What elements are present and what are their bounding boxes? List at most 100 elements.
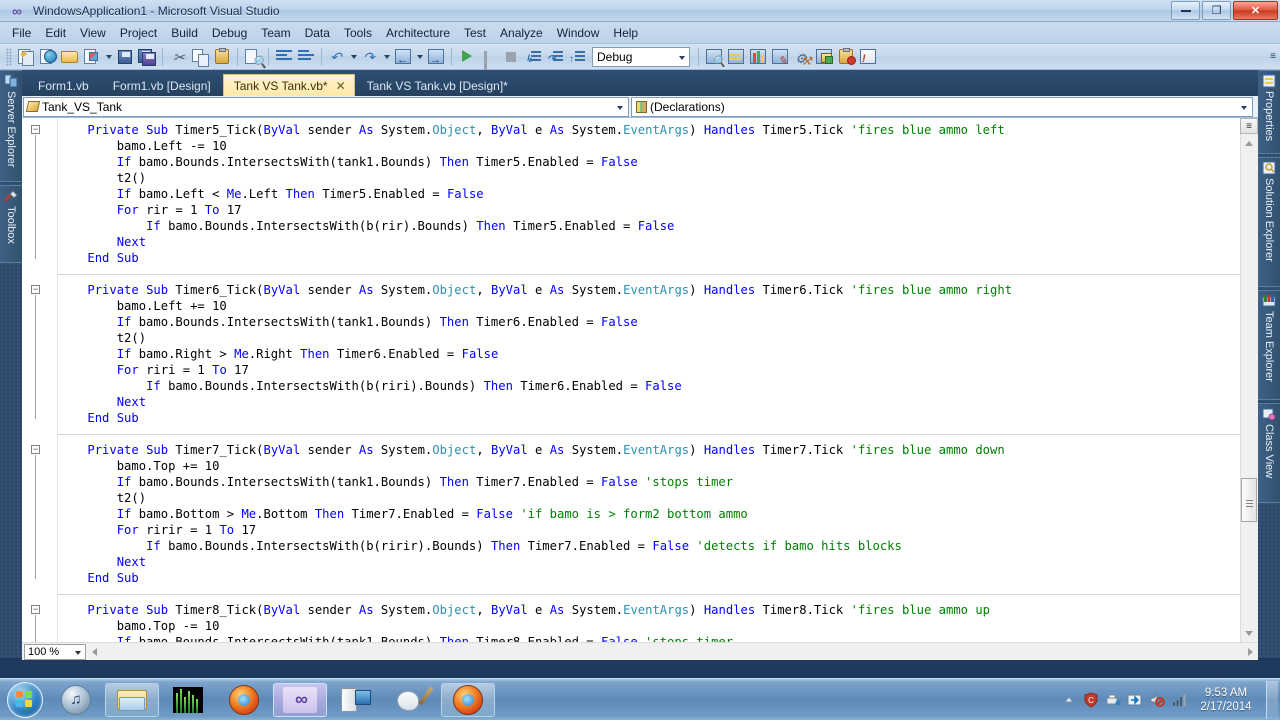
sidebar-item-server-explorer[interactable]: Server Explorer: [0, 70, 22, 182]
scroll-up-arrow-icon[interactable]: [1243, 138, 1255, 148]
close-button[interactable]: ✕: [1233, 1, 1278, 20]
toolbar-overflow-button[interactable]: ≡: [1270, 51, 1276, 62]
taskbar-clock[interactable]: 9:53 AM 2/17/2014: [1190, 686, 1262, 714]
outlining-collapse-icon[interactable]: −: [31, 125, 40, 134]
redo-dropdown-icon[interactable]: [381, 46, 392, 68]
open-file-icon[interactable]: [59, 46, 81, 68]
undo-icon[interactable]: ↶: [326, 46, 348, 68]
menu-team[interactable]: Team: [254, 23, 297, 43]
toolbar-grip[interactable]: [6, 47, 12, 66]
save-icon[interactable]: [114, 46, 136, 68]
safely-remove-hardware-icon[interactable]: [1124, 688, 1146, 712]
zoom-level-select[interactable]: 100 %: [24, 643, 86, 660]
add-new-item-dropdown-icon[interactable]: [103, 46, 114, 68]
menu-help[interactable]: Help: [606, 23, 645, 43]
add-new-item-icon[interactable]: [81, 46, 103, 68]
redo-icon[interactable]: ↷: [359, 46, 381, 68]
menu-data[interactable]: Data: [298, 23, 337, 43]
break-all-icon[interactable]: [478, 46, 500, 75]
scroll-left-arrow-icon[interactable]: [87, 644, 101, 660]
output-window-icon[interactable]: !: [857, 46, 879, 68]
solution-configuration-select[interactable]: Debug: [592, 46, 690, 67]
error-list-icon[interactable]: [835, 46, 857, 68]
navigate-backward-icon[interactable]: ←: [392, 46, 414, 68]
code-editor[interactable]: − − − − Private Sub Timer5_Tick(ByVal sende…: [22, 118, 1258, 642]
class-view-icon[interactable]: [813, 46, 835, 68]
uncomment-lines-icon[interactable]: [295, 46, 317, 68]
outlining-column[interactable]: − − − −: [22, 118, 58, 642]
menu-test[interactable]: Test: [457, 23, 493, 43]
menu-file[interactable]: File: [5, 23, 38, 43]
taskbar-item-windows-explorer[interactable]: [105, 682, 159, 717]
start-button[interactable]: [2, 681, 48, 719]
save-all-icon[interactable]: [136, 46, 158, 68]
menu-window[interactable]: Window: [550, 23, 607, 43]
editor-horizontal-scrollbar[interactable]: [87, 643, 1257, 660]
find-icon[interactable]: 🔍: [242, 46, 267, 69]
taskbar-item-itunes[interactable]: ♫: [49, 683, 103, 717]
undo-dropdown-icon[interactable]: [348, 46, 359, 68]
restore-button[interactable]: ❒: [1202, 1, 1231, 20]
sidebar-item-class-view[interactable]: Class View: [1258, 403, 1280, 503]
outlining-collapse-icon[interactable]: −: [31, 445, 40, 454]
volume-muted-icon[interactable]: [1146, 688, 1168, 712]
new-project-icon[interactable]: ✦: [15, 46, 37, 68]
step-into-icon[interactable]: ↳: [522, 46, 544, 68]
scroll-right-arrow-icon[interactable]: [1243, 644, 1257, 660]
sidebar-item-toolbox[interactable]: Toolbox: [0, 185, 22, 263]
network-signal-icon[interactable]: [1168, 688, 1190, 712]
tools-icon[interactable]: ⚙ ⚒: [791, 46, 813, 68]
tab-form1-vb-design[interactable]: Form1.vb [Design]: [101, 75, 223, 96]
show-hidden-icons-arrow[interactable]: [1058, 688, 1080, 712]
taskbar-item-firefox[interactable]: [217, 683, 271, 717]
add-new-web-site-icon[interactable]: [37, 46, 59, 68]
taskbar-item-matrix-app[interactable]: [161, 683, 215, 717]
menu-view[interactable]: View: [73, 23, 113, 43]
menu-debug[interactable]: Debug: [205, 23, 254, 43]
horizontal-scroll-track[interactable]: [101, 643, 1243, 660]
menu-architecture[interactable]: Architecture: [379, 23, 457, 43]
cut-icon[interactable]: ✂: [167, 46, 189, 68]
menu-edit[interactable]: Edit: [38, 23, 73, 43]
minimize-button[interactable]: [1171, 1, 1200, 20]
stop-debugging-icon[interactable]: [500, 46, 522, 68]
menu-tools[interactable]: Tools: [337, 23, 379, 43]
member-select[interactable]: (Declarations): [631, 96, 1253, 117]
object-browser-icon[interactable]: [747, 46, 769, 68]
scroll-down-arrow-icon[interactable]: [1243, 628, 1255, 638]
sidebar-item-properties[interactable]: Properties: [1258, 70, 1280, 154]
class-select[interactable]: Tank_VS_Tank: [23, 96, 629, 117]
taskbar-item-visual-studio[interactable]: ∞: [273, 682, 327, 717]
taskbar-item-media-player[interactable]: [329, 683, 383, 717]
start-debugging-icon[interactable]: [456, 46, 478, 68]
comment-lines-icon[interactable]: [273, 46, 295, 68]
editor-vertical-scrollbar[interactable]: ≡: [1240, 118, 1258, 642]
sidebar-item-team-explorer[interactable]: Team Explorer: [1258, 290, 1280, 400]
outlining-collapse-icon[interactable]: −: [31, 605, 40, 614]
step-over-icon[interactable]: ↷: [544, 46, 566, 68]
properties-window-icon[interactable]: [725, 46, 747, 68]
outlining-collapse-icon[interactable]: −: [31, 285, 40, 294]
toolbox-icon[interactable]: ✎: [769, 46, 791, 68]
comodo-shield-icon[interactable]: C: [1080, 688, 1102, 712]
scrollbar-thumb[interactable]: [1241, 478, 1257, 522]
navigate-backward-dropdown-icon[interactable]: [414, 46, 425, 68]
copy-icon[interactable]: [189, 46, 211, 68]
step-out-icon[interactable]: ↑: [566, 46, 588, 68]
navigate-forward-icon[interactable]: →: [425, 46, 447, 68]
tab-tank-vs-tank-vb[interactable]: Tank VS Tank.vb* ✕: [222, 74, 355, 96]
menu-analyze[interactable]: Analyze: [493, 23, 550, 43]
taskbar-item-firefox-2[interactable]: [441, 682, 495, 717]
tab-tank-vs-tank-vb-design[interactable]: Tank VS Tank.vb [Design]*: [355, 75, 520, 96]
split-view-button[interactable]: ≡: [1240, 118, 1258, 134]
code-surface[interactable]: Private Sub Timer5_Tick(ByVal sender As …: [58, 118, 1240, 642]
taskbar-item-paint[interactable]: [385, 683, 439, 717]
network-printer-icon[interactable]: [1102, 688, 1124, 712]
solution-explorer-icon[interactable]: 🔍: [703, 46, 726, 68]
close-icon[interactable]: ✕: [336, 79, 346, 93]
menu-build[interactable]: Build: [164, 23, 205, 43]
show-desktop-button[interactable]: [1266, 680, 1278, 719]
paste-icon[interactable]: [211, 46, 233, 68]
tab-form1-vb[interactable]: Form1.vb: [26, 75, 101, 96]
sidebar-item-solution-explorer[interactable]: Solution Explorer: [1258, 157, 1280, 287]
